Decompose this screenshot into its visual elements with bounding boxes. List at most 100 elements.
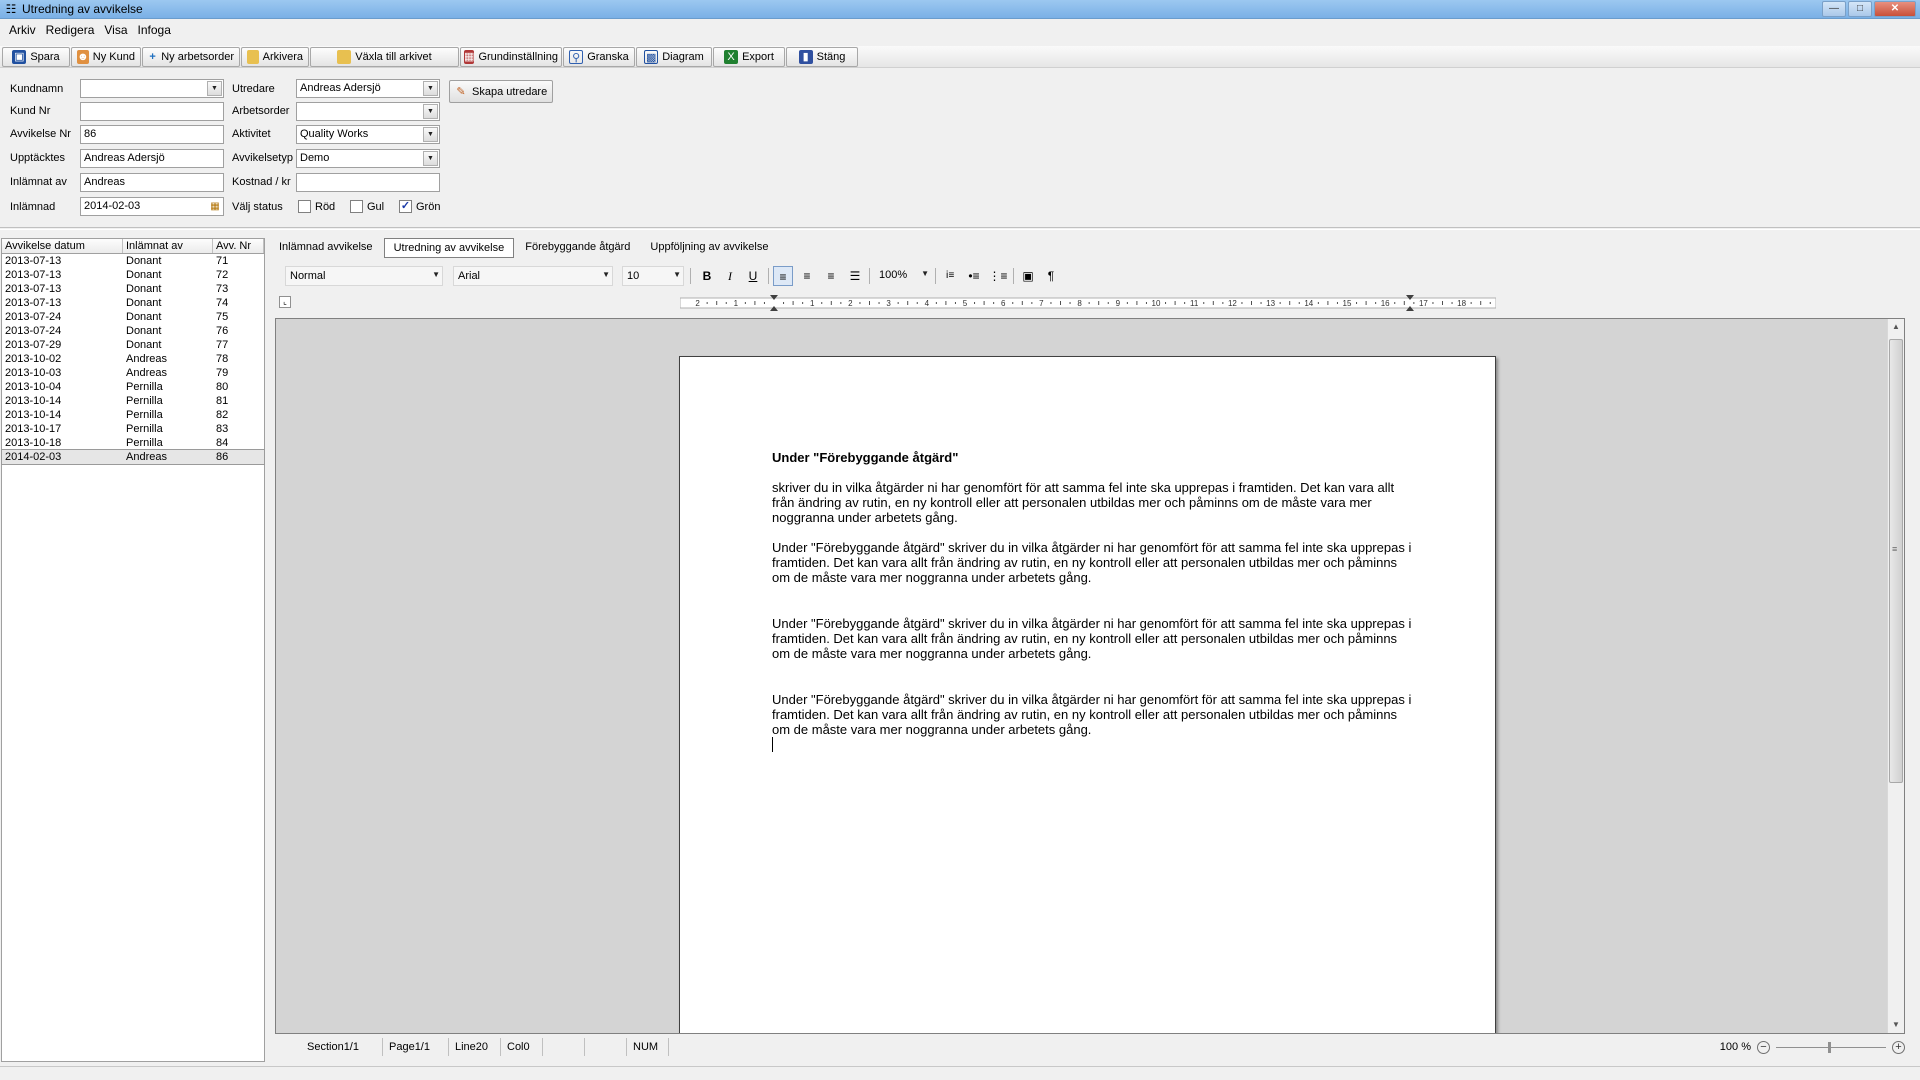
window-bottom-strip [0,1066,1920,1080]
table-row[interactable]: 2013-07-24 Donant 76 [2,324,264,338]
zoom-out-icon[interactable]: − [1757,1040,1770,1054]
chevron-down-icon[interactable]: ▼ [423,81,438,96]
font-size-combo[interactable]: 10 ▼ [622,266,684,286]
align-justify-icon[interactable]: ☰ [845,266,865,286]
table-row[interactable]: 2013-10-04 Pernilla 80 [2,380,264,394]
close-icon[interactable]: ✕ [1874,1,1916,17]
chevron-down-icon[interactable]: ▼ [423,151,438,166]
menu-visa[interactable]: Visa [99,23,132,37]
cost-field[interactable] [296,173,440,192]
table-row[interactable]: 2013-10-03 Andreas 79 [2,366,264,380]
submitted-date-picker[interactable]: 2014-02-03 ▦ [80,197,224,216]
numbered-list-icon[interactable]: ⅰ≡ [940,266,960,286]
multilevel-list-icon[interactable]: ⋮≡ [988,266,1008,286]
switch-to-archive-button[interactable]: Växla till arkivet [310,46,459,67]
font-family-combo[interactable]: Arial ▼ [453,266,613,286]
checkmark-icon[interactable]: ✓ [399,200,412,213]
maximize-icon[interactable]: □ [1848,1,1872,17]
deviation-type-combo[interactable]: Demo ▼ [296,149,440,168]
save-button[interactable]: ▣ Spara [2,46,70,67]
chevron-down-icon[interactable]: ▼ [602,270,610,279]
archive-button[interactable]: Arkivera [241,46,309,67]
status-green-checkbox[interactable]: ✓ Grön [399,200,440,213]
table-row[interactable]: 2013-07-13 Donant 71 [2,254,264,268]
tab-deviation-investigation[interactable]: Utredning av avvikelse [383,238,515,258]
table-row[interactable]: 2014-02-03 Andreas 86 [1,449,265,465]
table-row[interactable]: 2013-10-14 Pernilla 82 [2,408,264,422]
submitted-by-label: Inlämnat av [10,176,67,188]
column-header-number[interactable]: Avv. Nr [213,239,264,253]
scroll-down-icon[interactable]: ▼ [1888,1017,1904,1033]
tab-stop-selector-icon[interactable]: ⌞ [279,296,291,308]
chevron-down-icon[interactable]: ▼ [432,270,440,279]
export-button[interactable]: X Export [713,46,785,67]
work-order-combo[interactable]: ▼ [296,102,440,121]
table-row[interactable]: 2013-07-29 Donant 77 [2,338,264,352]
diagram-button[interactable]: ▩ Diagram [636,46,712,67]
align-center-icon[interactable]: ≡ [797,266,817,286]
calendar-icon[interactable]: ▦ [208,199,222,214]
investigator-combo[interactable]: Andreas Adersjö ▼ [296,79,440,98]
settings-button[interactable]: ▦ Grundinställning [460,46,562,67]
close-button[interactable]: ▮ Stäng [786,46,858,67]
table-row[interactable]: 2013-07-13 Donant 72 [2,268,264,282]
align-left-icon[interactable]: ≡ [773,266,793,286]
insert-frame-icon[interactable]: ▣ [1018,266,1038,286]
vertical-scrollbar[interactable]: ▲ ≡ ▼ [1887,319,1904,1033]
tab-preventive-action[interactable]: Förebyggande åtgärd [516,238,639,258]
checkbox-box[interactable] [350,200,363,213]
menu-arkiv[interactable]: Arkiv [4,23,41,37]
table-row[interactable]: 2013-10-18 Pernilla 84 [2,436,264,450]
align-right-icon[interactable]: ≡ [821,266,841,286]
status-yellow-checkbox[interactable]: Gul [350,200,384,213]
pilcrow-icon[interactable]: ¶ [1041,266,1061,286]
chevron-down-icon[interactable]: ▼ [673,270,681,279]
new-customer-button[interactable]: ☻ Ny Kund [71,46,141,67]
status-red-checkbox[interactable]: Röd [298,200,335,213]
table-row[interactable]: 2013-10-17 Pernilla 83 [2,422,264,436]
document-editor[interactable]: Under "Förebyggande åtgärd" skriver du i… [275,318,1905,1034]
bold-icon[interactable]: B [697,266,717,286]
chevron-down-icon[interactable]: ▼ [921,269,929,278]
menu-redigera[interactable]: Redigera [41,23,100,37]
tab-deviation-followup[interactable]: Uppföljning av avvikelse [641,238,777,258]
paragraph-style-combo[interactable]: Normal ▼ [285,266,443,286]
table-row[interactable]: 2013-07-13 Donant 73 [2,282,264,296]
zoom-slider-thumb[interactable] [1828,1041,1831,1053]
document-body[interactable]: Under "Förebyggande åtgärd" skriver du i… [772,450,1412,755]
customer-name-combo[interactable]: ▼ [80,79,224,98]
table-row[interactable]: 2013-10-14 Pernilla 81 [2,394,264,408]
table-row[interactable]: 2013-07-24 Donant 75 [2,310,264,324]
chevron-down-icon[interactable]: ▼ [207,81,222,96]
chevron-down-icon[interactable]: ▼ [423,127,438,142]
splitter[interactable] [0,227,1920,230]
minimize-icon[interactable]: — [1822,1,1846,17]
checkbox-box[interactable] [298,200,311,213]
horizontal-ruler[interactable]: 2 1 1 2 3 4 5 6 7 8 9 10 11 12 13 14 15 16 17 18 [680,295,1496,311]
table-row[interactable]: 2013-07-13 Donant 74 [2,296,264,310]
underline-icon[interactable]: U [743,266,763,286]
column-header-date[interactable]: Avvikelse datum [2,239,123,253]
row-submitted-by: Andreas [126,451,167,463]
italic-icon[interactable]: I [720,266,740,286]
new-work-order-button[interactable]: + Ny arbetsorder [142,46,240,67]
bullet-list-icon[interactable]: •≡ [964,266,984,286]
review-button[interactable]: ⚲ Granska [563,46,635,67]
zoom-in-icon[interactable]: + [1892,1040,1905,1054]
scrollbar-thumb[interactable] [1889,339,1903,783]
chevron-down-icon[interactable]: ▼ [423,104,438,119]
create-investigator-button[interactable]: ✎ Skapa utredare [449,80,553,103]
deviation-number-field[interactable]: 86 [80,125,224,144]
scroll-up-icon[interactable]: ▲ [1888,319,1904,335]
tab-submitted-deviation[interactable]: Inlämnad avvikelse [270,238,382,258]
table-row[interactable]: 2013-10-02 Andreas 78 [2,352,264,366]
submitted-by-field[interactable]: Andreas [80,173,224,192]
zoom-combo[interactable]: 100% ▼ [875,266,931,286]
discovered-by-field[interactable]: Andreas Adersjö [80,149,224,168]
customer-number-field[interactable] [80,102,224,121]
zoom-slider[interactable] [1776,1041,1886,1053]
document-page[interactable]: Under "Förebyggande åtgärd" skriver du i… [679,356,1496,1033]
menu-infoga[interactable]: Infoga [133,23,176,37]
column-header-submitted-by[interactable]: Inlämnat av [123,239,213,253]
activity-combo[interactable]: Quality Works ▼ [296,125,440,144]
